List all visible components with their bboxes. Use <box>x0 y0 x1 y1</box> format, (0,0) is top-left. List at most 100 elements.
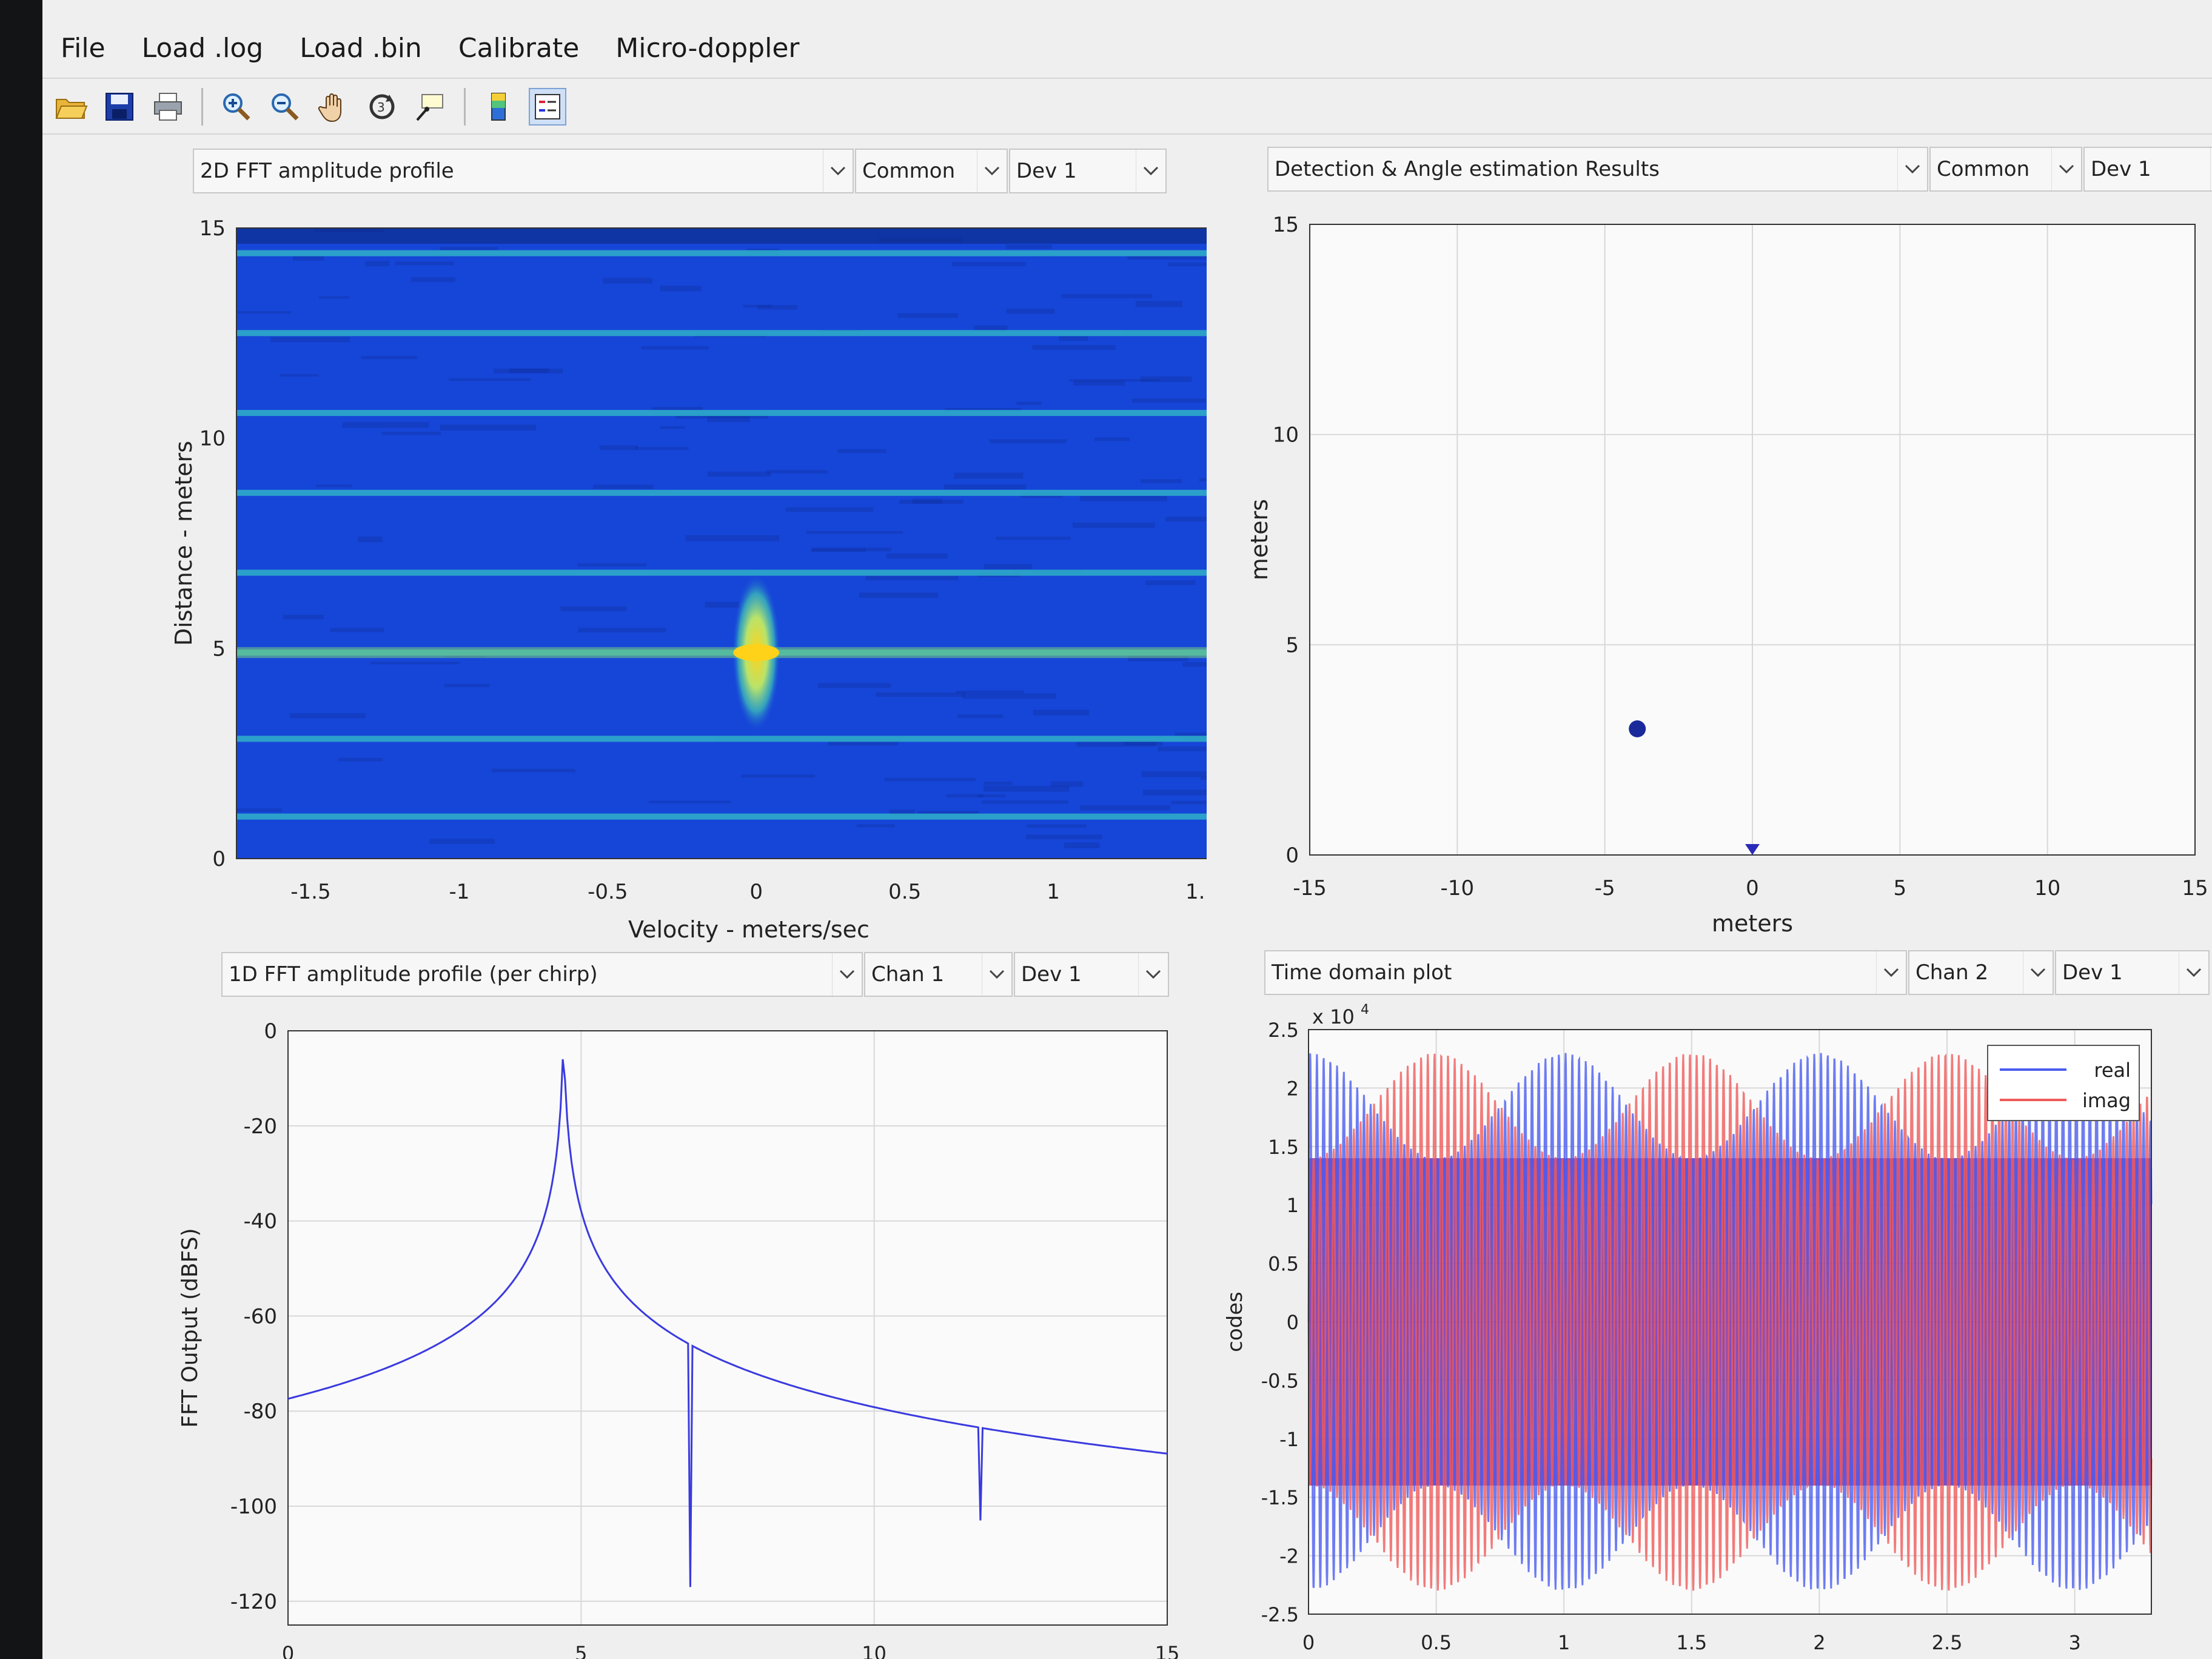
heatmap-noise-streak <box>635 447 689 450</box>
plot-type-dropdown-top-left[interactable]: 2D FFT amplitude profile <box>193 149 854 193</box>
heatmap-noise-streak <box>1131 398 1206 403</box>
device-dropdown-top-left[interactable]: Dev 1 <box>1009 149 1167 193</box>
chevron-down-icon <box>2179 951 2208 994</box>
heatmap-noise-streak <box>593 484 654 489</box>
heatmap-noise-streak <box>944 484 1027 489</box>
heatmap-noise-streak <box>641 346 709 350</box>
y-tick-label: -80 <box>243 1399 277 1424</box>
y-axis-label: meters <box>1246 499 1273 580</box>
dropdown-value: 1D FFT amplitude profile (per chirp) <box>229 962 598 987</box>
heatmap-noise-streak <box>648 800 731 803</box>
heatmap-noise-streak <box>292 256 324 261</box>
y-tick-label: -100 <box>230 1495 277 1519</box>
time-domain-plot[interactable]: real imag 0 0.5 1 1.5 2 2.5 3 2.5 2 1.5 1 0.5 0 -0.5 -1 -… <box>1201 994 2211 1659</box>
zoom-out-icon[interactable] <box>266 88 304 126</box>
device-dropdown-top-right[interactable]: Dev 1 <box>2083 147 2212 192</box>
range-fft-line-plot[interactable]: 0 5 10 15 0 -20 -40 -60 -80 -100 -120 FFT Output (d… <box>139 1007 1195 1659</box>
heatmap-noise-streak <box>1059 336 1088 341</box>
heatmap-noise-streak <box>1079 495 1167 501</box>
heatmap-noise-streak <box>280 374 319 377</box>
pan-hand-icon[interactable] <box>315 88 352 126</box>
heatmap-noise-streak <box>1135 301 1182 307</box>
heatmap-noise-streak <box>578 628 666 633</box>
chevron-down-icon <box>977 150 1007 192</box>
heatmap-noise-streak <box>743 304 773 308</box>
menu-micro-doppler[interactable]: Micro-doppler <box>615 33 799 64</box>
x-tick-label: 2 <box>1813 1631 1825 1654</box>
heatmap-noise-streak <box>599 445 638 451</box>
dropdown-value: Dev 1 <box>1016 159 1077 183</box>
mode-dropdown-top-left[interactable]: Common <box>855 149 1008 193</box>
x-tick-label: 5 <box>575 1642 587 1659</box>
channel-dropdown-bottom-left[interactable]: Chan 1 <box>864 952 1013 997</box>
menu-load-bin[interactable]: Load .bin <box>300 33 422 64</box>
toolbar-separator <box>464 88 466 126</box>
dropdown-value: Time domain plot <box>1272 960 1452 985</box>
y-tick-label: 15 <box>199 218 226 241</box>
chevron-down-icon <box>1897 148 1927 190</box>
heatmap-noise-streak <box>741 774 816 778</box>
device-dropdown-bottom-right[interactable]: Dev 1 <box>2055 950 2210 995</box>
x-tick-label: 10 <box>2034 876 2060 900</box>
dropdown-value: Dev 1 <box>1021 962 1082 987</box>
heatmap-noise-streak <box>989 439 1067 443</box>
legend-icon[interactable] <box>529 88 566 126</box>
heatmap-noise-streak <box>358 536 383 543</box>
detection-scatter-plot[interactable]: -15 -10 -5 0 5 10 15 0 5 10 15 meters meters <box>1213 212 2211 940</box>
heatmap-noise-streak <box>856 824 895 828</box>
heatmap-noise-streak <box>603 278 652 284</box>
heatmap-noise-streak <box>290 713 366 719</box>
range-bin-line <box>236 489 1207 496</box>
channel-dropdown-bottom-right[interactable]: Chan 2 <box>1908 950 2054 995</box>
heatmap-noise-streak <box>917 811 979 814</box>
x-tick-label: 5 <box>1894 876 1907 900</box>
plot-type-dropdown-top-right[interactable]: Detection & Angle estimation Results <box>1267 147 1928 192</box>
menu-calibrate[interactable]: Calibrate <box>458 33 579 64</box>
x-tick-label: 0 <box>1746 876 1759 900</box>
x-tick-label: 0 <box>749 880 763 904</box>
data-cursor-icon[interactable] <box>412 88 449 126</box>
menu-load-log[interactable]: Load .log <box>142 33 264 64</box>
save-icon[interactable] <box>101 88 138 126</box>
plot-type-dropdown-bottom-left[interactable]: 1D FFT amplitude profile (per chirp) <box>221 952 863 997</box>
y-tick-label: -2 <box>1279 1545 1299 1568</box>
rotate-3d-icon[interactable]: 3 <box>363 88 401 126</box>
open-folder-icon[interactable] <box>52 88 90 126</box>
device-dropdown-bottom-left[interactable]: Dev 1 <box>1014 952 1169 997</box>
x-tick-label: 15 <box>2182 876 2208 900</box>
dropdown-value: Chan 1 <box>871 962 945 987</box>
x-tick-label: 1 <box>1558 1631 1570 1654</box>
menu-file[interactable]: File <box>61 33 106 64</box>
heatmap-noise-streak <box>1027 824 1087 828</box>
heatmap-noise-streak <box>1142 789 1207 796</box>
heatmap-noise-streak <box>236 808 282 812</box>
range-bin-line <box>236 569 1207 576</box>
heatmap-noise-streak <box>1141 771 1207 777</box>
heatmap-noise-streak <box>962 693 1056 699</box>
heatmap-noise-streak <box>316 484 352 488</box>
zoom-in-icon[interactable] <box>218 88 255 126</box>
range-doppler-heatmap[interactable]: -1.5 -1 -0.5 0 0.5 1 1.5 0 5 10 15 Velocity - meter… <box>139 218 1207 946</box>
y-tick-label: 2 <box>1287 1077 1299 1100</box>
range-bin-line <box>236 250 1207 256</box>
range-bin-line <box>236 736 1207 742</box>
dropdown-value: Dev 1 <box>2091 157 2151 181</box>
heatmap-noise-streak <box>811 548 891 552</box>
plot-type-dropdown-bottom-right[interactable]: Time domain plot <box>1264 950 1907 995</box>
x-tick-label: -1 <box>449 880 469 904</box>
y-tick-label: -0.5 <box>1261 1369 1299 1392</box>
chevron-down-icon <box>982 953 1011 996</box>
heatmap-noise-streak <box>1145 580 1196 585</box>
heatmap-noise-streak <box>884 778 976 782</box>
heatmap-noise-streak <box>444 683 490 688</box>
heatmap-noise-streak <box>1032 344 1116 350</box>
chevron-down-icon <box>823 150 853 192</box>
heatmap-noise-streak <box>1094 437 1130 441</box>
colorbar-icon[interactable] <box>480 88 518 126</box>
mode-dropdown-top-right[interactable]: Common <box>1929 147 2082 192</box>
heatmap-noise-streak <box>1061 293 1153 298</box>
heatmap-noise-streak <box>886 553 948 559</box>
heatmap-noise-streak <box>1026 834 1102 840</box>
heatmap-noise-streak <box>361 356 417 360</box>
print-icon[interactable] <box>149 88 187 126</box>
